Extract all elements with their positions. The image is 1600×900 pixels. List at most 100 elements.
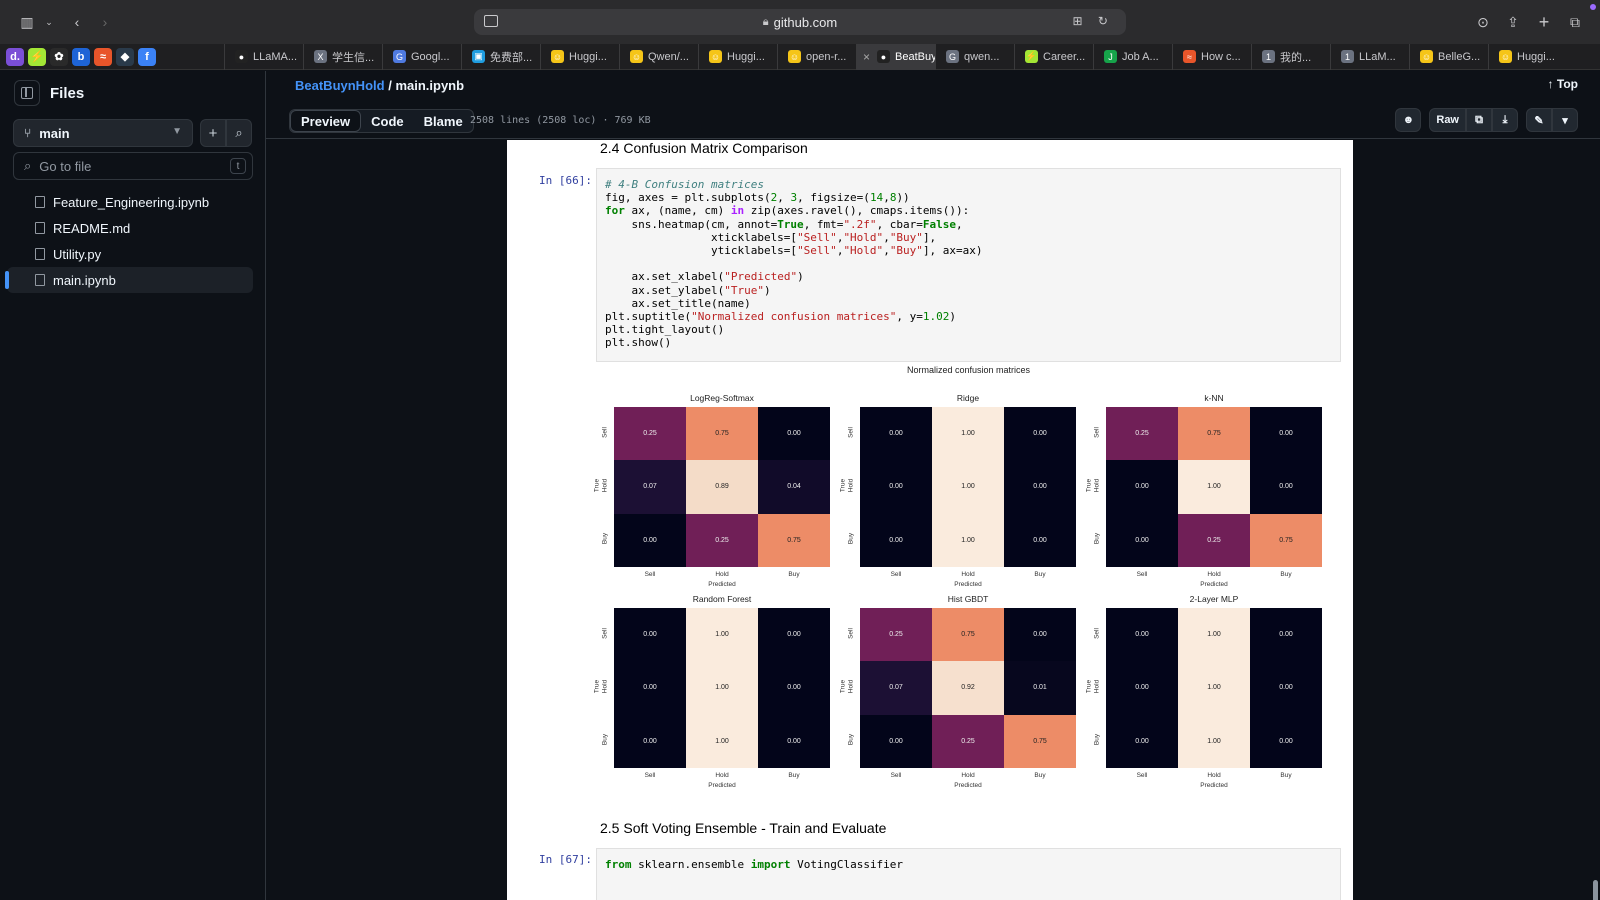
huggingface-icon: ☺ xyxy=(1420,50,1433,63)
breadcrumb-separator: / xyxy=(388,78,392,93)
close-tab-icon[interactable]: × xyxy=(863,50,870,64)
browser-tab[interactable]: ☺ open-r... xyxy=(777,43,856,70)
heatmap-cell: 0.92 xyxy=(932,661,1004,715)
heatmap-cell: 1.00 xyxy=(686,661,758,715)
code-cell[interactable]: # 4-B Confusion matrices fig, axes = plt… xyxy=(596,168,1341,362)
browser-tab[interactable]: ▣ 免费部... xyxy=(461,43,540,70)
browser-tab[interactable]: Gqwen... xyxy=(935,43,1014,70)
tab-blame[interactable]: Blame xyxy=(414,110,473,132)
browser-tab[interactable]: × ● BeatBuynH... xyxy=(856,43,935,70)
heatmap-cell: 0.00 xyxy=(1004,460,1076,514)
heatmap-cell: 0.00 xyxy=(1250,608,1322,662)
browser-tab[interactable]: 1 我的... xyxy=(1251,43,1330,70)
scrollbar-thumb[interactable] xyxy=(1593,880,1598,900)
search-button[interactable]: ⌕ xyxy=(226,119,252,147)
browser-tab[interactable]: ☺ BelleG... xyxy=(1409,43,1488,70)
x-tick-label: Buy xyxy=(1280,772,1292,779)
chevron-down-icon[interactable]: ▾ xyxy=(1552,108,1578,132)
x-axis-label: Predicted xyxy=(954,581,982,588)
collapse-sidebar-button[interactable] xyxy=(14,80,40,106)
heatmap-cell: 0.07 xyxy=(860,661,932,715)
file-icon xyxy=(35,196,45,208)
bird-icon[interactable]: ◆ xyxy=(116,47,134,66)
heatmap-cell: 0.00 xyxy=(1106,460,1178,514)
add-file-button[interactable]: + xyxy=(200,119,226,147)
y-tick-label: Buy xyxy=(1093,533,1101,545)
heatmap-cell: 1.00 xyxy=(686,714,758,768)
tab-label: qwen... xyxy=(964,50,1000,63)
download-icon[interactable]: ⊙ xyxy=(1472,11,1494,33)
file-tree-item[interactable]: README.md xyxy=(7,215,253,241)
wings-icon[interactable]: ≈ xyxy=(94,47,112,66)
browser-tab[interactable]: ☺ Qwen/... xyxy=(619,43,698,70)
github-icon: ● xyxy=(877,50,891,63)
y-axis-label: True xyxy=(839,679,847,694)
new-tab-icon[interactable]: + xyxy=(1533,11,1555,33)
tab-code[interactable]: Code xyxy=(361,110,414,132)
heatmap-cell: 0.00 xyxy=(614,513,686,567)
go-to-file-input[interactable]: ⌕ Go to file t xyxy=(13,152,253,180)
heatmap-cell: 1.00 xyxy=(932,407,1004,461)
heatmap-cell: 0.75 xyxy=(1250,513,1322,567)
repo-link[interactable]: BeatBuynHold xyxy=(295,78,385,93)
code-cell[interactable]: from sklearn.ensemble import VotingClass… xyxy=(596,848,1341,900)
heatmap-grid: 0.00 1.00 0.00 0.00 1.00 0.00 0.00 1.00 0.00 xyxy=(1106,608,1322,768)
subplot-title: LogReg-Softmax xyxy=(690,393,754,403)
notebook-page: 2.4 Confusion Matrix Comparison In [66]:… xyxy=(507,140,1353,900)
copy-icon[interactable]: ⧉ xyxy=(1466,108,1492,132)
chevron-down-icon[interactable]: ⌄ xyxy=(38,11,60,33)
heatmap-cell: 0.04 xyxy=(758,460,830,514)
f-icon[interactable]: f xyxy=(138,47,156,66)
tab-preview[interactable]: Preview xyxy=(290,110,362,132)
tab-label: Job A... xyxy=(1122,50,1159,63)
browser-tab[interactable]: J Job A... xyxy=(1093,43,1172,70)
heatmap-cell: 0.25 xyxy=(1178,513,1250,567)
browser-tab[interactable]: G Googl... xyxy=(382,43,461,70)
edit-pencil-icon[interactable]: ✎ xyxy=(1526,108,1552,132)
branch-selector[interactable]: ⑂ main ▼ xyxy=(13,119,193,147)
d-icon[interactable]: d. xyxy=(6,47,24,66)
browser-tab[interactable]: 1 LLaM... xyxy=(1330,43,1409,70)
x-axis-label: Predicted xyxy=(1200,782,1228,789)
browser-tab[interactable]: ⚡ Career... xyxy=(1014,43,1093,70)
file-tree-item[interactable]: main.ipynb xyxy=(5,267,253,293)
b-icon[interactable]: b xyxy=(72,47,90,66)
tab-label: BelleG... xyxy=(1438,50,1481,63)
tab-overview-icon[interactable]: ⧉ xyxy=(1564,11,1586,33)
heatmap-cell: 0.00 xyxy=(860,714,932,768)
browser-tab[interactable]: ☺ Huggi... xyxy=(698,43,777,70)
view-mode-tabs: Preview Code Blame xyxy=(289,109,474,133)
page-menu-icon[interactable] xyxy=(484,15,498,27)
reload-icon[interactable]: ⊞ ↻ xyxy=(1073,14,1114,28)
file-tree-item[interactable]: Feature_Engineering.ipynb xyxy=(7,189,253,215)
share-icon[interactable]: ⇪ xyxy=(1502,11,1524,33)
forward-icon[interactable]: › xyxy=(94,11,116,33)
back-icon[interactable]: ‹ xyxy=(66,11,88,33)
y-axis-label: True xyxy=(839,478,847,493)
copilot-button[interactable]: ☻ xyxy=(1395,108,1422,132)
browser-toolbar: ▥ ⌄ ‹ › 🔒︎ github.com ⊞ ↻ ⊙ ⇪ + ⧉ xyxy=(0,0,1600,44)
browser-tab[interactable]: ☺ Huggi... xyxy=(1488,43,1567,70)
notebook-viewport[interactable]: 2.4 Confusion Matrix Comparison In [66]:… xyxy=(266,140,1600,900)
heatmap-cell: 0.25 xyxy=(1106,407,1178,461)
top-button[interactable]: ↑ Top xyxy=(1548,77,1578,91)
heatmap-cell: 0.00 xyxy=(1106,661,1178,715)
heatmap-grid: 0.25 0.75 0.00 0.00 1.00 0.00 0.00 0.25 0.75 xyxy=(1106,407,1322,567)
heatmap-grid: 0.00 1.00 0.00 0.00 1.00 0.00 0.00 1.00 0.00 xyxy=(614,608,830,768)
address-bar[interactable]: 🔒︎ github.com ⊞ ↻ xyxy=(474,9,1126,35)
browser-tab[interactable]: ● LLaMA... xyxy=(224,43,303,70)
download-icon[interactable]: ⤓ xyxy=(1492,108,1518,132)
translate-icon: G xyxy=(393,50,406,63)
file-tree-item[interactable]: Utility.py xyxy=(7,241,253,267)
raw-button[interactable]: Raw xyxy=(1429,108,1466,132)
browser-tab[interactable]: ☺ Huggi... xyxy=(540,43,619,70)
browser-tab[interactable]: X 学生信... xyxy=(303,43,382,70)
y-axis-label: True xyxy=(1085,478,1093,493)
subplot-title: k-NN xyxy=(1204,393,1224,403)
heatmap-cell: 0.00 xyxy=(1250,407,1322,461)
nbc-icon[interactable]: ✿ xyxy=(50,47,68,66)
sidebar-toggle-icon[interactable]: ▥ xyxy=(16,11,38,33)
lightning-icon[interactable]: ⚡ xyxy=(28,47,46,66)
browser-tab[interactable]: ≈ How c... xyxy=(1172,43,1251,70)
tab-label: open-r... xyxy=(806,50,847,63)
